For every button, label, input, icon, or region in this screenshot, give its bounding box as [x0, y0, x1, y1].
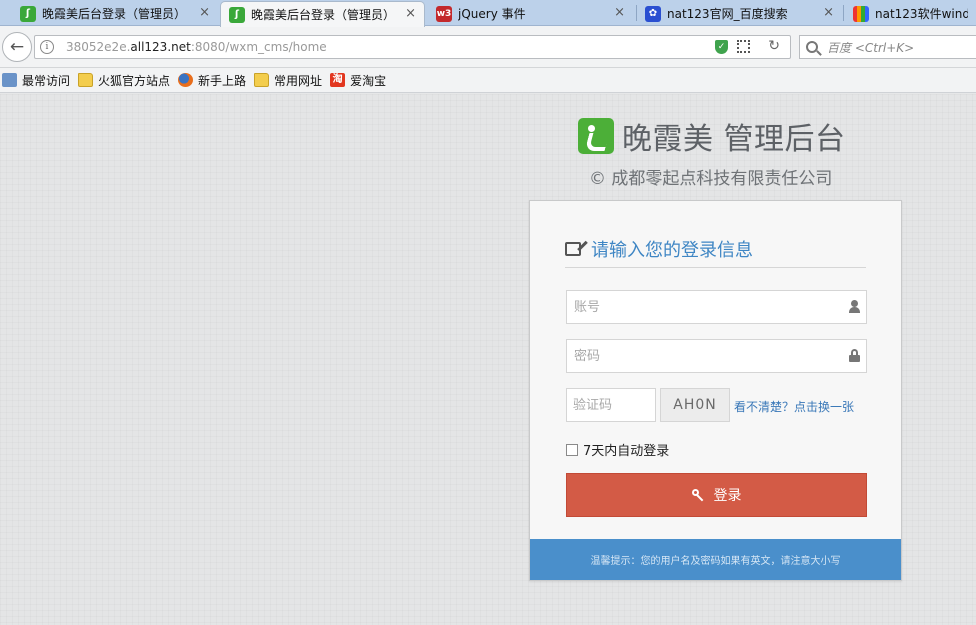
tab-label: nat123软件window — [875, 7, 968, 21]
login-button[interactable]: 登录 — [566, 473, 867, 517]
bookmark-label: 火狐官方站点 — [98, 73, 171, 88]
account-input[interactable] — [567, 292, 827, 322]
password-field[interactable] — [566, 339, 867, 373]
reload-icon[interactable]: ↻ — [768, 38, 780, 54]
url-host: all123.net — [130, 40, 191, 54]
brand-header: 晚霞美 管理后台 — [578, 114, 846, 158]
url-bar[interactable]: i 38052e2e.all123.net:8080/wxm_cms/home … — [34, 35, 791, 59]
captcha-refresh-link[interactable]: 看不清楚？点击换一张 — [734, 398, 854, 415]
search-bar[interactable]: 百度 <Ctrl+K> — [799, 35, 976, 59]
account-field[interactable] — [566, 290, 867, 324]
password-input[interactable] — [567, 341, 827, 371]
bookmark-common-sites[interactable]: 常用网址 — [254, 72, 322, 89]
tab-strip: ʃ 晚霞美后台登录（管理员） × ʃ 晚霞美后台登录（管理员） × w3 jQu… — [0, 0, 976, 27]
remember-label: 7天内自动登录 — [583, 444, 670, 459]
green-runner-icon: ʃ — [229, 6, 245, 23]
tab-admin-login-1[interactable]: ʃ 晚霞美后台登录（管理员） × — [12, 1, 218, 26]
info-icon[interactable]: i — [40, 40, 54, 54]
bookmark-label: 新手上路 — [198, 73, 247, 88]
bookmark-label: 最常访问 — [22, 73, 71, 88]
close-icon[interactable]: × — [614, 5, 625, 20]
tab-label: 晚霞美后台登录（管理员） — [42, 7, 187, 21]
edit-icon — [565, 242, 581, 256]
green-runner-icon: ʃ — [20, 5, 36, 22]
login-card: 请输入您的登录信息 AH0N 看不清楚？点击换一张 7天内自动登录 登录 温馨提… — [529, 200, 902, 581]
brand-title: 晚霞美 管理后台 — [622, 122, 846, 157]
captcha-image[interactable]: AH0N — [660, 388, 730, 422]
baidu-paw-icon: ✿ — [645, 5, 661, 22]
user-icon — [849, 300, 860, 313]
shield-icon[interactable]: ✓ — [715, 40, 728, 54]
login-button-label: 登录 — [713, 488, 742, 504]
tab-nat123-baidu[interactable]: ✿ nat123官网_百度搜索 × — [637, 1, 842, 26]
footer-tip-text: 温馨提示：您的用户名及密码如果有英文，请注意大小写 — [590, 556, 841, 567]
most-visited-icon — [2, 73, 17, 87]
taobao-icon: 淘 — [330, 73, 346, 87]
tab-label: nat123官网_百度搜索 — [667, 7, 788, 21]
login-card-header: 请输入您的登录信息 — [565, 237, 866, 268]
url-prefix: 38052e2e. — [66, 40, 131, 54]
lock-icon — [849, 349, 860, 362]
captcha-input[interactable] — [567, 389, 653, 421]
login-tip-footer: 温馨提示：您的用户名及密码如果有英文，请注意大小写 — [530, 539, 901, 580]
copyright-text: © 成都零起点科技有限责任公司 — [589, 169, 833, 189]
bookmark-label: 爱淘宝 — [350, 73, 387, 88]
search-placeholder: 百度 <Ctrl+K> — [827, 40, 915, 55]
tab-separator — [843, 5, 844, 21]
back-arrow-icon: ← — [9, 37, 25, 57]
folder-icon — [254, 73, 270, 87]
remember-me[interactable]: 7天内自动登录 — [566, 440, 669, 459]
key-icon — [691, 489, 704, 501]
bookmark-firefox-official[interactable]: 火狐官方站点 — [78, 72, 170, 89]
url-suffix: :8080/wxm_cms/home — [190, 40, 327, 54]
back-button[interactable]: ← — [2, 32, 32, 62]
firefox-icon — [178, 73, 194, 87]
close-icon[interactable]: × — [405, 6, 416, 21]
bookmark-most-visited[interactable]: 最常访问 — [0, 72, 70, 89]
login-title: 请输入您的登录信息 — [591, 240, 753, 261]
tab-label: 晚霞美后台登录（管理员） — [251, 8, 396, 22]
folder-icon — [78, 73, 94, 87]
bookmark-ai-taobao[interactable]: 淘 爱淘宝 — [330, 72, 386, 89]
tab-jquery-events[interactable]: w3 jQuery 事件 × — [428, 1, 633, 26]
runner-logo-icon — [578, 118, 614, 154]
bookmark-label: 常用网址 — [274, 73, 323, 88]
remember-checkbox[interactable] — [566, 443, 578, 456]
close-icon[interactable]: × — [823, 5, 834, 20]
navigation-bar: ← i 38052e2e.all123.net:8080/wxm_cms/hom… — [0, 26, 976, 68]
tab-nat123-software[interactable]: nat123软件window — [845, 1, 976, 26]
bookmark-getting-started[interactable]: 新手上路 — [178, 72, 246, 89]
tab-admin-login-2[interactable]: ʃ 晚霞美后台登录（管理员） × — [220, 1, 425, 27]
close-icon[interactable]: × — [199, 5, 210, 20]
w3-icon: w3 — [436, 5, 452, 22]
qr-code-icon[interactable] — [737, 40, 750, 53]
bookmarks-bar: 最常访问 火狐官方站点 新手上路 常用网址 淘 爱淘宝 — [0, 68, 976, 93]
captcha-field[interactable] — [566, 388, 656, 422]
tab-label: jQuery 事件 — [458, 7, 526, 21]
search-icon — [806, 41, 818, 53]
page-content: 晚霞美 管理后台 © 成都零起点科技有限责任公司 请输入您的登录信息 AH0N … — [0, 94, 976, 625]
url-text[interactable]: 38052e2e.all123.net:8080/wxm_cms/home — [66, 40, 327, 54]
nat123-icon — [853, 5, 869, 22]
